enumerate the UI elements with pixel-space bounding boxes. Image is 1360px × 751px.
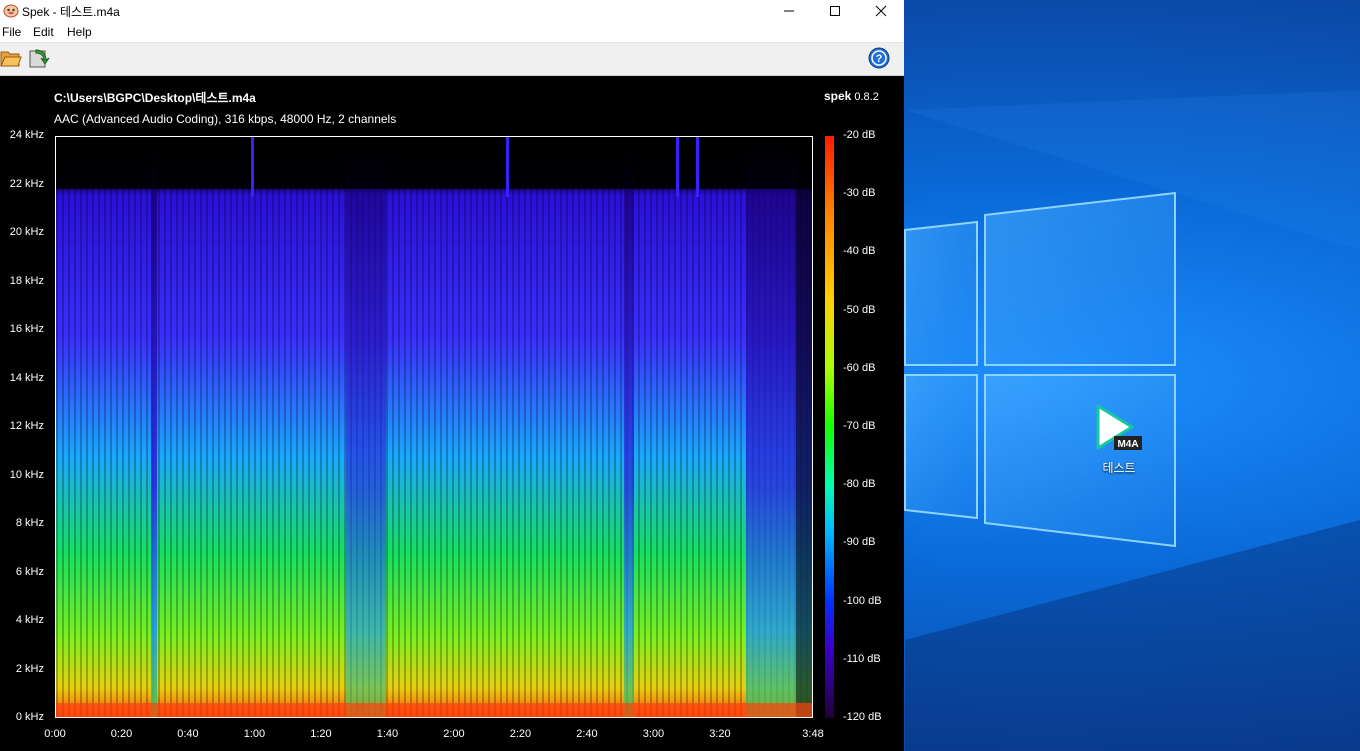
minimize-button[interactable] [766,0,812,22]
db-tick: -120 dB [843,711,882,723]
frequency-tick: 4 kHz [15,614,44,626]
spectrogram-plot [55,136,813,718]
db-color-scale [825,136,834,718]
menu-help[interactable]: Help [67,25,92,39]
m4a-badge: M4A [1117,439,1138,450]
file-info: AAC (Advanced Audio Coding), 316 kbps, 4… [54,112,397,126]
open-button[interactable] [0,47,22,74]
title-bar[interactable]: Spek - 테스트.m4a [0,0,904,22]
time-tick: 0:20 [110,728,133,740]
frequency-tick: 8 kHz [15,517,44,529]
time-tick: 1:40 [376,728,399,740]
db-tick: -100 dB [843,594,882,607]
time-tick: 0:40 [177,728,199,740]
time-tick: 2:20 [509,728,532,740]
frequency-tick: 16 kHz [9,323,44,335]
frequency-tick: 22 kHz [9,177,44,190]
brand-name: spek [824,89,852,103]
brand-version: 0.8.2 [854,91,879,103]
m4a-file-icon: M4A [1096,404,1142,450]
frequency-tick: 12 kHz [9,420,44,432]
time-tick: 2:40 [576,728,598,740]
file-path: C:\Users\BGPC\Desktop\테스트.m4a [54,91,256,105]
maximize-button[interactable] [812,0,858,22]
maximize-icon [830,6,840,16]
close-icon [875,5,887,17]
save-export-icon [29,49,50,68]
frequency-tick: 0 kHz [15,711,44,723]
help-button[interactable]: ? [868,47,890,74]
frequency-tick: 10 kHz [9,468,44,481]
db-tick: -80 dB [843,478,876,491]
svg-text:?: ? [876,53,883,65]
db-tick: -60 dB [843,361,876,374]
frequency-tick: 2 kHz [15,662,44,675]
folder-open-icon [0,51,22,67]
menu-bar: File Edit Help [0,22,904,43]
menu-edit[interactable]: Edit [33,25,54,39]
db-tick: -50 dB [843,303,876,316]
spectrogram-image [56,137,812,717]
time-tick: 3:00 [642,728,665,740]
time-tick: 2:00 [443,728,465,740]
desktop-file-icon[interactable]: M4A 테스트 [1086,402,1152,476]
time-tick: 3:20 [709,728,731,740]
frequency-tick: 14 kHz [9,371,44,384]
time-tick: 1:20 [310,728,332,740]
db-tick: -20 dB [843,129,876,141]
db-tick: -30 dB [843,187,876,200]
frequency-tick: 20 kHz [9,226,44,238]
window-title: Spek - 테스트.m4a [22,5,120,19]
close-button[interactable] [858,0,904,22]
minimize-icon [784,10,794,12]
db-tick: -70 dB [843,420,876,432]
spek-brand: spek 0.8.2 [824,89,879,103]
spek-app-icon [3,4,19,18]
time-tick: 0:00 [44,728,66,740]
frequency-tick: 6 kHz [15,565,44,578]
frequency-tick: 24 kHz [9,129,44,141]
time-tick: 1:00 [243,728,266,740]
save-button[interactable] [28,47,50,74]
desktop-file-label: 테스트 [1102,461,1136,475]
help-circle-icon: ? [868,47,890,69]
menu-file[interactable]: File [2,25,21,39]
time-tick: 3:48 [802,728,824,740]
db-tick: -40 dB [843,245,876,258]
spectrogram-view: C:\Users\BGPC\Desktop\테스트.m4a AAC (Advan… [0,76,904,751]
frequency-tick: 18 kHz [9,274,44,287]
db-tick: -90 dB [843,536,876,549]
toolbar: ? [0,43,904,76]
spek-window: Spek - 테스트.m4a File Edit Help ? C:\Users… [0,0,904,751]
db-tick: -110 dB [843,652,881,665]
